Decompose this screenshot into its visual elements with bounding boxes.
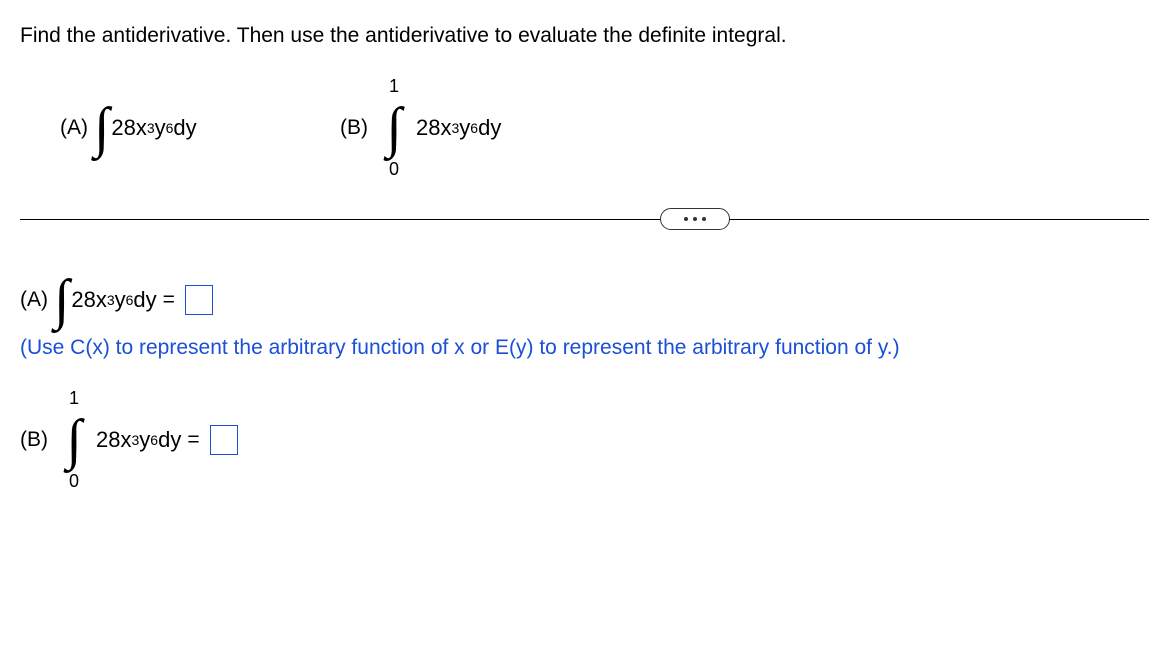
hint-text: (Use C(x) to represent the arbitrary fun…: [20, 336, 1149, 360]
upper-limit: 1: [69, 388, 79, 409]
answer-b-row: (B) 1 ∫ 0 28x3y6dy =: [20, 390, 1149, 490]
answer-a-row: (A) ∫ 28x3y6dy =: [20, 272, 1149, 328]
question-prompt: Find the antiderivative. Then use the an…: [20, 24, 1149, 48]
exp2: 6: [150, 432, 158, 448]
integral-sign-icon: ∫: [66, 412, 81, 468]
answer-a-label: (A): [20, 288, 48, 312]
exp1: 3: [131, 432, 139, 448]
exp1: 3: [147, 120, 155, 136]
more-options-button[interactable]: [660, 208, 730, 230]
integral-sign-icon: ∫: [94, 100, 109, 156]
var2: y: [459, 115, 470, 141]
indefinite-integral: ∫ 28x3y6dy: [94, 100, 197, 156]
exp2: 6: [126, 292, 134, 308]
part-b-label: (B): [340, 116, 368, 140]
dot-icon: [702, 217, 706, 221]
var2: y: [155, 115, 166, 141]
equals-sign: =: [163, 288, 175, 312]
answer-b-label: (B): [20, 428, 48, 452]
exp2: 6: [166, 120, 174, 136]
integral-with-limits: 1 ∫ 0: [54, 390, 94, 490]
dot-icon: [684, 217, 688, 221]
integrand: 28x3y6dy: [71, 287, 156, 313]
answer-b-input[interactable]: [210, 425, 238, 455]
integral-sign-icon: ∫: [386, 100, 401, 156]
diff: dy: [133, 287, 156, 313]
lower-limit: 0: [69, 471, 79, 492]
integral-sign-icon: ∫: [54, 272, 69, 328]
integrand: 28x3y6dy: [416, 115, 501, 141]
indefinite-integral: ∫ 28x3y6dy: [54, 272, 157, 328]
integrand: 28x3y6dy: [111, 115, 196, 141]
divider-row: [20, 208, 1149, 232]
part-b-expression: (B) 1 ∫ 0 28x3y6dy: [340, 78, 501, 178]
definite-integral: 1 ∫ 0 28x3y6dy: [54, 390, 181, 490]
equals-sign: =: [187, 428, 199, 452]
diff: dy: [158, 427, 181, 453]
coef: 28x: [416, 115, 451, 141]
definite-integral: 1 ∫ 0 28x3y6dy: [374, 78, 501, 178]
diff: dy: [478, 115, 501, 141]
given-integrals-row: (A) ∫ 28x3y6dy (B) 1 ∫ 0 28x3y6dy: [20, 78, 1149, 178]
lower-limit: 0: [389, 159, 399, 180]
upper-limit: 1: [389, 76, 399, 97]
coef: 28x: [96, 427, 131, 453]
exp1: 3: [107, 292, 115, 308]
coef: 28x: [71, 287, 106, 313]
integral-with-limits: 1 ∫ 0: [374, 78, 414, 178]
part-a-expression: (A) ∫ 28x3y6dy: [60, 100, 340, 156]
var2: y: [115, 287, 126, 313]
exp2: 6: [470, 120, 478, 136]
dot-icon: [693, 217, 697, 221]
coef: 28x: [111, 115, 146, 141]
exp1: 3: [451, 120, 459, 136]
integrand: 28x3y6dy: [96, 427, 181, 453]
var2: y: [139, 427, 150, 453]
answer-a-input[interactable]: [185, 285, 213, 315]
diff: dy: [173, 115, 196, 141]
part-a-label: (A): [60, 116, 88, 140]
divider: [20, 219, 1149, 220]
